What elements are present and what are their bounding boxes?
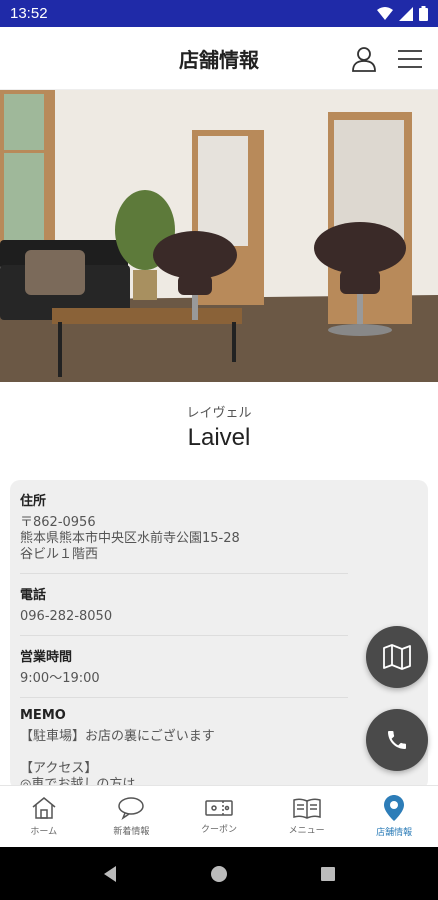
- memo-line: 【駐車場】お店の裏にございます: [20, 729, 215, 744]
- hours-label: 営業時間: [20, 650, 73, 665]
- nav-item-menu[interactable]: メニュー: [263, 786, 351, 847]
- back-icon[interactable]: [102, 865, 118, 883]
- memo-section: MEMO 【駐車場】お店の裏にございます 【アクセス】 ◎車でお越しの方は: [20, 698, 348, 790]
- call-button[interactable]: [366, 709, 428, 771]
- status-time: 13:52: [10, 5, 48, 22]
- map-button[interactable]: [366, 626, 428, 688]
- nav-label: 店舗情報: [376, 828, 413, 838]
- bottom-nav: ホーム 新着情報 クーポン メニュー 店舗情報: [0, 785, 438, 847]
- address-section: 住所 〒862-0956 熊本県熊本市中央区水前寺公園15-28 谷ビル１階西: [20, 480, 348, 574]
- memo-line: 【アクセス】: [20, 761, 98, 776]
- hamburger-icon: [398, 49, 422, 68]
- battery-icon: [419, 6, 428, 21]
- nav-label: 新着情報: [113, 827, 150, 837]
- nav-item-coupon[interactable]: クーポン: [175, 786, 263, 847]
- wifi-icon: [377, 6, 393, 20]
- header-actions: [350, 27, 424, 90]
- address-postal: 〒862-0956: [20, 515, 96, 530]
- address-line[interactable]: 熊本県熊本市中央区水前寺公園15-28: [20, 531, 348, 547]
- chat-bubble-icon: [118, 797, 145, 820]
- recents-icon[interactable]: [320, 866, 336, 882]
- nav-item-news[interactable]: 新着情報: [88, 786, 176, 847]
- map-icon: [383, 644, 411, 670]
- phone-number[interactable]: 096-282-8050: [20, 609, 348, 625]
- status-bar: 13:52: [0, 0, 438, 27]
- system-nav-bar: [0, 847, 438, 900]
- address-building: 谷ビル１階西: [20, 547, 99, 562]
- nav-item-store-info[interactable]: 店舗情報: [350, 786, 438, 847]
- home-circle-icon[interactable]: [210, 865, 228, 883]
- page-title: 店舗情報: [179, 47, 259, 72]
- address-label: 住所: [20, 494, 47, 509]
- memo-label: MEMO: [20, 708, 66, 723]
- map-pin-icon: [384, 795, 405, 821]
- phone-label: 電話: [20, 588, 47, 603]
- store-name: Laivel: [187, 424, 251, 451]
- coupon-icon: [205, 800, 233, 816]
- app-header: 店舗情報: [0, 27, 438, 90]
- hours-value: 9:00〜19:00: [20, 671, 100, 686]
- nav-label: クーポン: [200, 825, 237, 835]
- nav-item-home[interactable]: ホーム: [0, 786, 88, 847]
- signal-icon: [399, 6, 413, 21]
- home-icon: [32, 797, 56, 819]
- store-kana: レイヴェル: [186, 406, 252, 421]
- phone-icon: [388, 731, 406, 749]
- hours-section: 営業時間 9:00〜19:00: [20, 636, 348, 698]
- phone-section: 電話 096-282-8050: [20, 574, 348, 636]
- menu-button[interactable]: [396, 45, 424, 73]
- store-photo: [0, 90, 438, 382]
- book-icon: [292, 798, 321, 819]
- user-icon: [352, 46, 376, 72]
- status-icons: [377, 6, 428, 21]
- nav-label: ホーム: [30, 827, 58, 837]
- nav-label: メニュー: [288, 826, 325, 836]
- account-button[interactable]: [350, 45, 378, 73]
- memo-line: [20, 745, 348, 761]
